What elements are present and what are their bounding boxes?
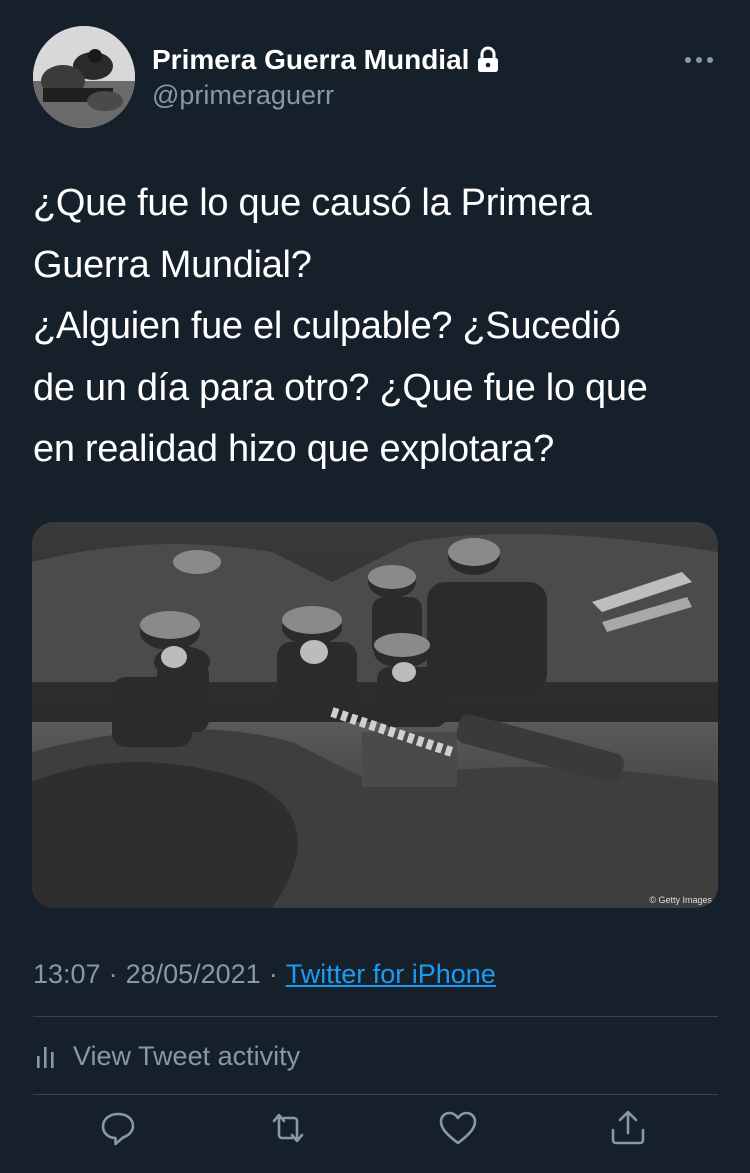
divider [33,1016,718,1017]
reply-icon [101,1112,135,1146]
divider [33,1094,718,1095]
tweet-media-photo[interactable]: © Getty Images [32,522,718,908]
heart-icon [439,1111,477,1145]
retweet-icon [272,1113,304,1143]
tweet-text: ¿Que fue lo que causó la Primera Guerra … [33,173,723,481]
tweet-text-line: Guerra Mundial? [33,243,312,286]
tweet-actions-bar [0,1100,750,1156]
tweet-text-line: ¿Que fue lo que causó la Primera [33,182,592,224]
retweet-button[interactable] [266,1106,310,1150]
more-options-icon[interactable] [680,46,720,74]
user-handle[interactable]: @primeraguerr [152,80,334,111]
reply-button[interactable] [96,1106,140,1150]
share-icon [611,1110,645,1145]
tweet-meta: 13:07 · 28/05/2021 · Twitter for iPhone [33,953,496,995]
avatar[interactable] [33,26,135,128]
tweet-header: Primera Guerra Mundial @primeraguerr [0,0,750,150]
tweet-source-link[interactable]: Twitter for iPhone [286,959,496,990]
lock-icon [475,46,501,74]
meta-separator: · [108,958,118,989]
share-button[interactable] [606,1106,650,1150]
tweet-text-line: en realidad hizo que explotara? [33,428,554,470]
meta-separator: · [268,958,278,989]
tweet-text-line: ¿Alguien fue el culpable? ¿Sucedió [33,305,621,347]
tweet-time[interactable]: 13:07 [33,959,101,990]
activity-label: View Tweet activity [73,1040,301,1071]
like-button[interactable] [436,1106,480,1150]
bar-chart-icon [33,1042,59,1070]
view-tweet-activity-button[interactable]: View Tweet activity [33,1036,300,1076]
avatar-photo [33,26,135,128]
soldiers-photo: © Getty Images [32,522,718,908]
display-name[interactable]: Primera Guerra Mundial [152,44,469,76]
photo-credit: © Getty Images [649,895,712,905]
tweet-text-line: de un día para otro? ¿Que fue lo que [33,366,648,409]
tweet-date[interactable]: 28/05/2021 [126,959,261,990]
